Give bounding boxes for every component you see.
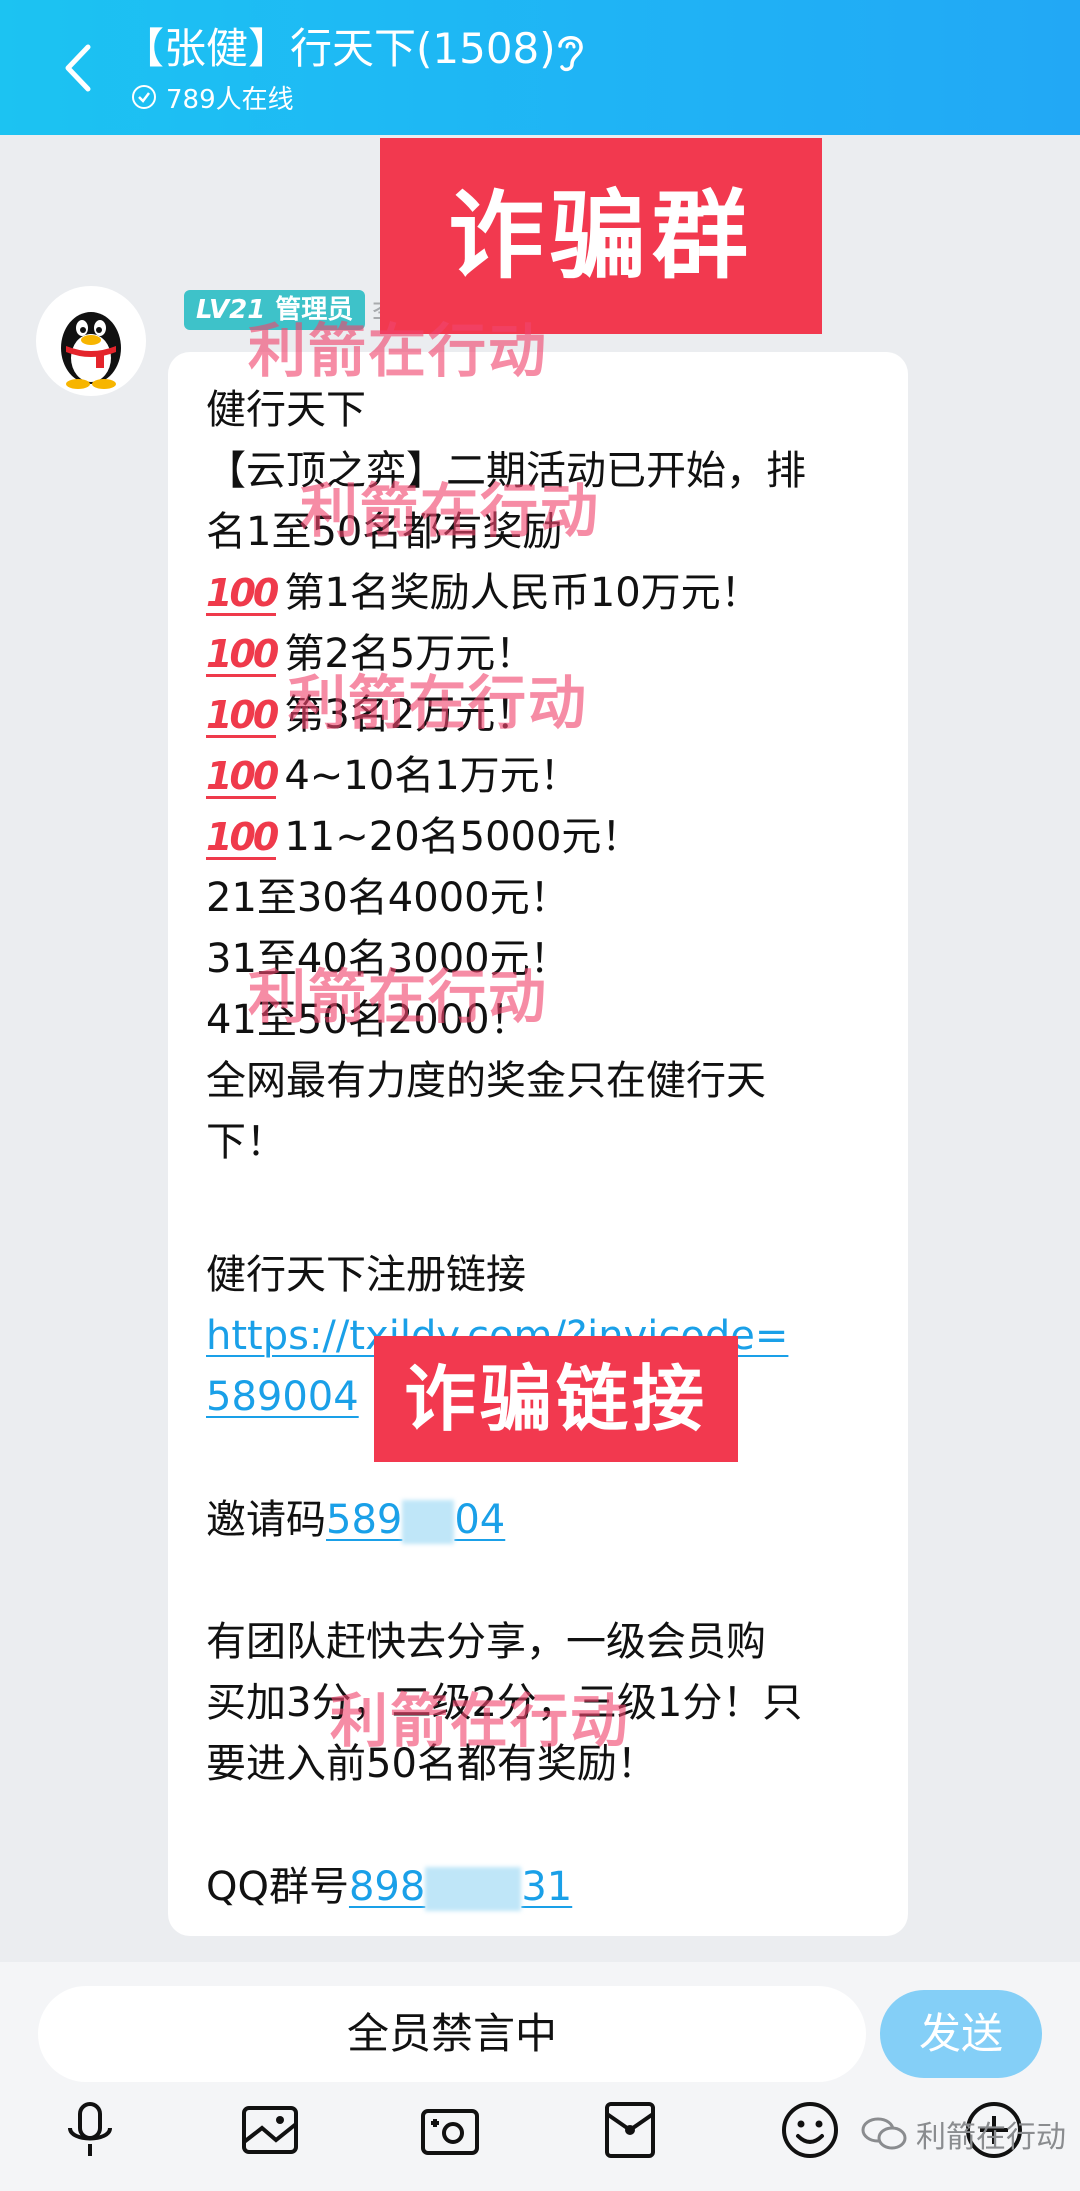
hundred-points-icon: 100 (206, 571, 279, 616)
invite-code-line: 邀请码589 04 (206, 1497, 506, 1544)
redaction-mask (402, 1500, 455, 1544)
scam-link-label: 诈骗链接 (374, 1336, 738, 1462)
footer-watermark: 利箭在行动 (860, 2112, 1066, 2156)
watermark: 利箭在行动 (330, 1687, 631, 1755)
image-button[interactable] (238, 2098, 302, 2162)
message-line: 有团队赶快去分享，一级会员购 (206, 1619, 766, 1665)
hundred-points-icon: 100 (206, 815, 279, 860)
watermark: 利箭在行动 (248, 963, 549, 1031)
hundred-points-icon: 100 (206, 754, 279, 799)
register-link-code[interactable]: 589004 (206, 1367, 359, 1427)
prize-line: 100 11~20名5000元！ (206, 814, 642, 860)
check-circle-icon (132, 85, 156, 109)
smiley-icon (782, 2102, 838, 2158)
camera-button[interactable] (418, 2098, 482, 2162)
message-input[interactable]: 全员禁言中 (38, 1986, 866, 2082)
message-line: 下！ (206, 1119, 286, 1165)
message-line: 全网最有力度的奖金只在健行天 (206, 1058, 766, 1104)
watermark: 利箭在行动 (248, 317, 549, 385)
wechat-icon (861, 2117, 907, 2150)
watermark: 利箭在行动 (288, 669, 589, 737)
message-line: 健行天下 (206, 387, 366, 433)
hundred-points-icon: 100 (206, 693, 279, 738)
qq-group-line: QQ群号898 31 (206, 1864, 573, 1911)
invite-code-link[interactable]: 589 04 (326, 1497, 505, 1544)
redaction-mask (425, 1867, 522, 1911)
prize-line: 21至30名4000元！ (206, 875, 570, 921)
emoji-button[interactable] (778, 2098, 842, 2162)
image-icon (242, 2106, 298, 2154)
avatar[interactable] (36, 286, 146, 396)
send-button[interactable]: 发送 (880, 1990, 1042, 2078)
online-count: 789人在线 (166, 84, 294, 115)
prize-line: 100 第1名奖励人民币10万元！ (206, 570, 761, 616)
chevron-left-icon (65, 44, 91, 92)
ear-icon[interactable] (552, 30, 588, 74)
back-button[interactable] (48, 38, 108, 98)
register-label: 健行天下注册链接 (206, 1252, 526, 1298)
hundred-points-icon: 100 (206, 632, 279, 677)
qq-penguin-icon (61, 312, 121, 389)
prize-line: 100 4~10名1万元！ (206, 753, 580, 799)
chat-header: 【张健】行天下(1508) 789人在线 (0, 0, 1080, 135)
group-title[interactable]: 【张健】行天下(1508) (122, 22, 556, 76)
envelope-icon (605, 2102, 655, 2158)
watermark: 利箭在行动 (300, 477, 601, 545)
camera-icon (421, 2109, 479, 2155)
online-status: 789人在线 (132, 80, 294, 115)
voice-button[interactable] (58, 2098, 122, 2162)
qq-group-link[interactable]: 898 31 (349, 1864, 572, 1911)
red-packet-button[interactable] (598, 2098, 662, 2162)
microphone-icon (68, 2102, 112, 2156)
